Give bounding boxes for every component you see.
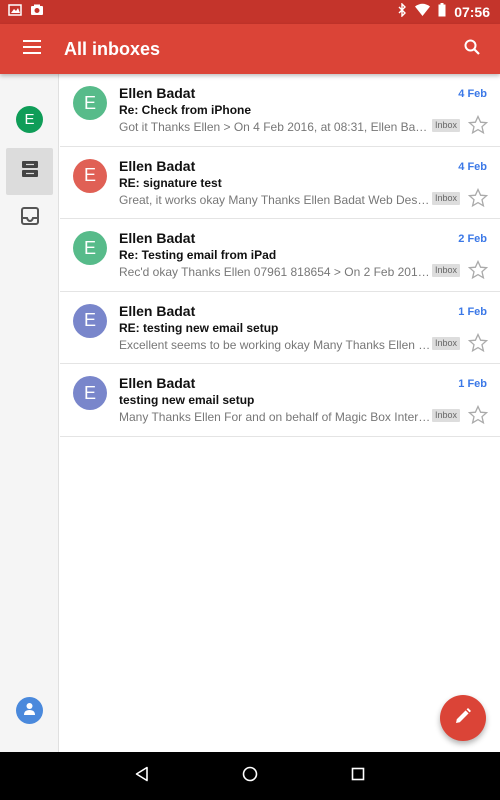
pencil-icon	[455, 707, 471, 729]
recents-icon	[351, 767, 365, 786]
sender-avatar: E	[73, 303, 107, 338]
sender-avatar: E	[73, 86, 107, 120]
rail-item-inbox[interactable]	[6, 195, 53, 242]
search-button[interactable]	[444, 24, 500, 74]
clock: 07:56	[454, 4, 490, 20]
sender-name: Ellen Badat	[119, 85, 196, 101]
inbox-icon	[20, 207, 39, 230]
menu-icon	[23, 39, 41, 59]
all-inboxes-icon	[21, 161, 39, 182]
menu-button[interactable]	[0, 24, 64, 74]
star-icon[interactable]	[467, 114, 489, 135]
sender-avatar: E	[73, 231, 107, 265]
email-date: 4 Feb	[458, 88, 487, 100]
star-icon[interactable]	[467, 332, 489, 353]
email-date: 1 Feb	[458, 378, 487, 390]
star-icon[interactable]	[467, 404, 489, 425]
account-rail: E	[0, 74, 59, 752]
email-subject: testing new email setup	[119, 393, 255, 407]
inbox-label: Inbox	[432, 409, 461, 422]
email-date: 1 Feb	[458, 305, 487, 318]
email-subject: Re: Check from iPhone	[119, 103, 252, 117]
email-subject: RE: signature test	[119, 175, 222, 190]
home-icon	[242, 766, 258, 787]
inbox-label: Inbox	[432, 336, 461, 350]
email-row[interactable]: E Ellen Badat 4 Feb RE: signature test G…	[60, 147, 500, 219]
status-bar: 07:56	[0, 0, 500, 24]
page-title: All inboxes	[64, 38, 161, 59]
email-subject: Re: Testing email from iPad	[119, 248, 277, 262]
email-snippet: Got it Thanks Ellen > On 4 Feb 2016, at …	[119, 120, 431, 134]
sender-name: Ellen Badat	[119, 302, 196, 319]
account-avatar[interactable]: E	[16, 106, 43, 133]
email-row[interactable]: E Ellen Badat 4 Feb Re: Check from iPhon…	[60, 74, 500, 147]
system-nav-bar	[0, 752, 500, 800]
inbox-label: Inbox	[432, 264, 461, 277]
sender-name: Ellen Badat	[119, 157, 196, 174]
bluetooth-icon	[397, 1, 407, 22]
email-subject: RE: testing new email setup	[119, 320, 279, 335]
search-icon	[464, 39, 480, 60]
rail-item-all-inboxes[interactable]	[6, 148, 53, 195]
email-row[interactable]: E Ellen Badat 2 Feb Re: Testing email fr…	[60, 219, 500, 292]
email-snippet: Rec'd okay Thanks Ellen 07961 818654 > O…	[119, 265, 431, 279]
email-list: E Ellen Badat 4 Feb Re: Check from iPhon…	[60, 74, 500, 437]
inbox-label: Inbox	[432, 119, 461, 132]
contacts-icon	[23, 702, 36, 720]
compose-button[interactable]	[440, 695, 486, 741]
photo-notification-icon	[30, 3, 44, 22]
image-icon	[8, 3, 22, 22]
email-row[interactable]: E Ellen Badat 1 Feb testing new email se…	[60, 364, 500, 437]
star-icon[interactable]	[467, 259, 489, 280]
back-icon	[134, 766, 150, 787]
email-snippet: Many Thanks Ellen For and on behalf of M…	[119, 410, 431, 424]
sender-avatar: E	[73, 158, 107, 193]
status-bar-notifications	[8, 3, 44, 22]
inbox-label: Inbox	[432, 191, 461, 205]
email-snippet: Excellent seems to be working okay Many …	[119, 337, 431, 352]
back-button[interactable]	[128, 762, 156, 790]
email-date: 4 Feb	[458, 160, 487, 173]
rail-item-contacts[interactable]	[16, 697, 43, 724]
email-snippet: Great, it works okay Many Thanks Ellen B…	[119, 192, 431, 207]
app-bar: All inboxes	[0, 24, 500, 74]
recents-button[interactable]	[344, 762, 372, 790]
battery-icon	[438, 2, 446, 22]
gmail-app-screen: 07:56 All inboxes E E Ellen Badat 4 Feb …	[0, 0, 500, 800]
sender-name: Ellen Badat	[119, 375, 196, 391]
email-date: 2 Feb	[458, 233, 487, 245]
home-button[interactable]	[236, 762, 264, 790]
email-row[interactable]: E Ellen Badat 1 Feb RE: testing new emai…	[60, 292, 500, 364]
status-bar-system: 07:56	[397, 1, 490, 22]
sender-avatar: E	[73, 376, 107, 410]
star-icon[interactable]	[467, 187, 489, 208]
sender-name: Ellen Badat	[119, 230, 196, 246]
wifi-icon	[415, 3, 431, 21]
